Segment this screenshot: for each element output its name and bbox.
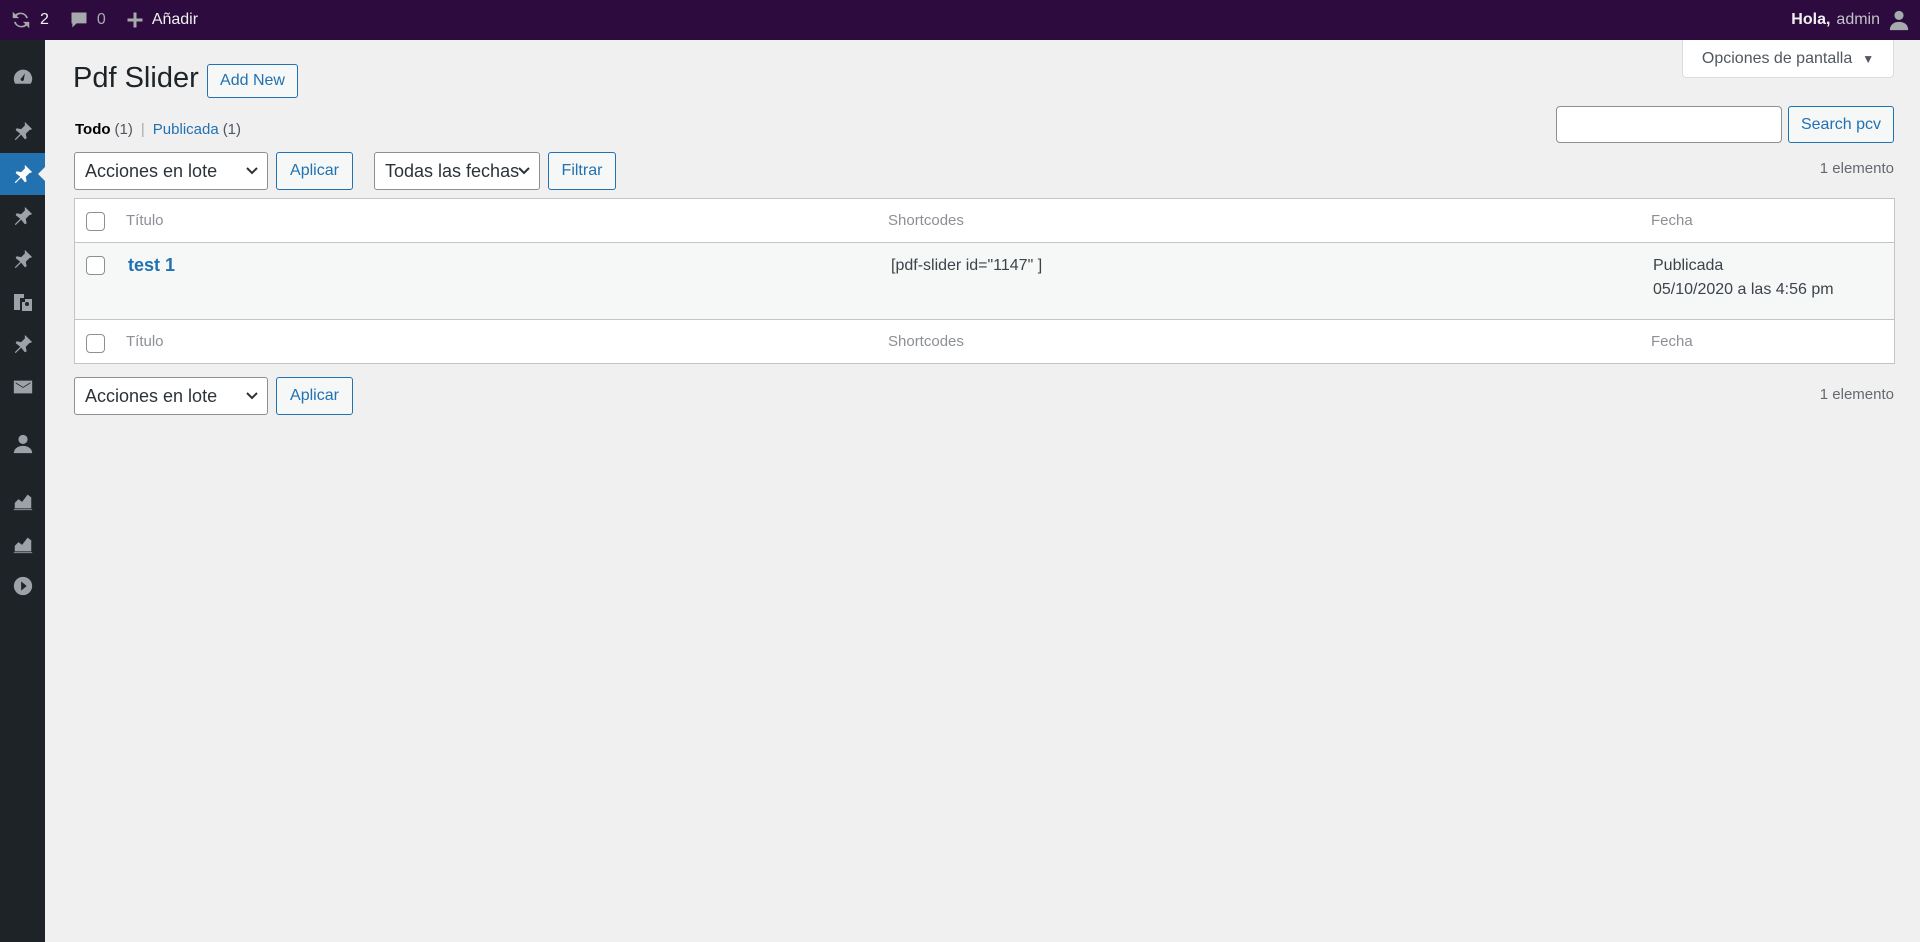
menu-video[interactable] bbox=[0, 565, 45, 607]
comment-icon bbox=[71, 12, 87, 28]
media-icon bbox=[13, 294, 32, 311]
pin-icon bbox=[14, 249, 32, 269]
select-all-checkbox-footer[interactable] bbox=[86, 334, 105, 353]
filter-all-count: (1) bbox=[114, 121, 133, 138]
column-title-footer[interactable]: Título bbox=[126, 333, 164, 350]
plus-icon bbox=[127, 12, 143, 28]
filter-separator: | bbox=[140, 121, 145, 138]
pin-icon bbox=[14, 334, 32, 354]
menu-mail[interactable] bbox=[0, 366, 45, 408]
chevron-down-icon bbox=[518, 167, 530, 175]
column-date-header[interactable]: Fecha bbox=[1651, 212, 1693, 229]
greeting: Hola, bbox=[1791, 11, 1831, 28]
bulk-actions-value-bottom: Acciones en lote bbox=[85, 385, 218, 406]
menu-item-5[interactable] bbox=[0, 238, 45, 280]
updates-icon bbox=[12, 11, 30, 29]
pin-icon bbox=[14, 121, 32, 141]
comments-count: 0 bbox=[96, 11, 106, 28]
chevron-down-icon bbox=[246, 167, 258, 175]
table-header: Título Shortcodes Fecha bbox=[75, 199, 1894, 243]
menu-pdf-slider[interactable] bbox=[0, 153, 46, 195]
menu-posts[interactable] bbox=[0, 110, 45, 152]
username: admin bbox=[1836, 11, 1880, 28]
row-date: 05/10/2020 a las 4:56 pm bbox=[1653, 281, 1834, 298]
menu-item-4[interactable] bbox=[0, 195, 45, 237]
add-new-label: Añadir bbox=[151, 11, 199, 28]
row-checkbox[interactable] bbox=[86, 256, 105, 275]
dates-value: Todas las fechas bbox=[385, 160, 520, 181]
menu-users[interactable] bbox=[0, 423, 45, 465]
admin-menu bbox=[0, 40, 46, 942]
filter-button[interactable]: Filtrar bbox=[548, 152, 616, 190]
menu-media[interactable] bbox=[0, 281, 45, 323]
column-shortcodes-footer: Shortcodes bbox=[888, 333, 964, 350]
add-new-button[interactable]: Add New bbox=[207, 64, 298, 98]
caret-down-icon: ▼ bbox=[1862, 51, 1875, 66]
column-date-footer[interactable]: Fecha bbox=[1651, 333, 1693, 350]
row-shortcode: [pdf-slider id="1147" ] bbox=[891, 257, 1043, 274]
dashboard-icon bbox=[13, 69, 32, 84]
dates-select[interactable]: Todas las fechas bbox=[374, 152, 540, 190]
page-title: Pdf Slider bbox=[73, 62, 199, 94]
bulk-actions-select-bottom[interactable]: Acciones en lote bbox=[74, 377, 268, 415]
avatar-icon bbox=[1889, 10, 1909, 31]
play-icon bbox=[13, 576, 32, 596]
menu-dashboard[interactable] bbox=[0, 56, 45, 98]
bulk-actions-value: Acciones en lote bbox=[85, 160, 218, 181]
menu-stats-2[interactable] bbox=[0, 523, 45, 565]
pin-icon bbox=[14, 206, 32, 226]
chart-icon bbox=[13, 494, 32, 511]
admin-bar: 2 0 Añadir Hola, admin bbox=[0, 0, 1920, 40]
apply-button-bottom[interactable]: Aplicar bbox=[276, 377, 353, 415]
add-new-menu[interactable]: Añadir bbox=[116, 0, 208, 40]
search-input[interactable] bbox=[1556, 106, 1782, 143]
select-all-checkbox[interactable] bbox=[86, 212, 105, 231]
search-button[interactable]: Search pcv bbox=[1788, 106, 1894, 143]
updates-count: 2 bbox=[40, 11, 49, 28]
screen-options-label: Opciones de pantalla bbox=[1701, 49, 1853, 67]
pin-icon bbox=[14, 164, 32, 184]
filter-all[interactable]: Todo bbox=[75, 121, 111, 138]
mail-icon bbox=[13, 380, 32, 394]
items-count-bottom: 1 elemento bbox=[1819, 386, 1894, 403]
row-title-link[interactable]: test 1 bbox=[128, 255, 175, 276]
status-filters: Todo (1) | Publicada (1) bbox=[75, 121, 241, 138]
bulk-actions-select-top[interactable]: Acciones en lote bbox=[74, 152, 268, 190]
table-footer: Título Shortcodes Fecha bbox=[75, 319, 1894, 364]
row-status: Publicada bbox=[1653, 257, 1724, 274]
menu-stats-1[interactable] bbox=[0, 480, 45, 522]
column-shortcodes-header: Shortcodes bbox=[888, 212, 964, 229]
filter-published-count: (1) bbox=[222, 121, 242, 138]
posts-table: Título Shortcodes Fecha test 1 [pdf-slid… bbox=[74, 198, 1895, 364]
screen-options-button[interactable]: Opciones de pantalla ▼ bbox=[1682, 40, 1894, 78]
table-row: test 1 [pdf-slider id="1147" ] Publicada… bbox=[75, 243, 1894, 319]
column-title-header[interactable]: Título bbox=[126, 212, 164, 229]
user-icon bbox=[13, 434, 32, 454]
filter-published[interactable]: Publicada bbox=[153, 121, 219, 138]
items-count-top: 1 elemento bbox=[1819, 160, 1894, 177]
comments-menu[interactable]: 0 bbox=[59, 0, 116, 40]
chart-icon bbox=[13, 537, 32, 554]
updates-menu[interactable]: 2 bbox=[0, 0, 59, 40]
menu-item-7[interactable] bbox=[0, 323, 45, 365]
chevron-down-icon bbox=[246, 392, 258, 400]
my-account[interactable]: Hola, admin bbox=[1791, 9, 1920, 31]
apply-button-top[interactable]: Aplicar bbox=[276, 152, 353, 190]
